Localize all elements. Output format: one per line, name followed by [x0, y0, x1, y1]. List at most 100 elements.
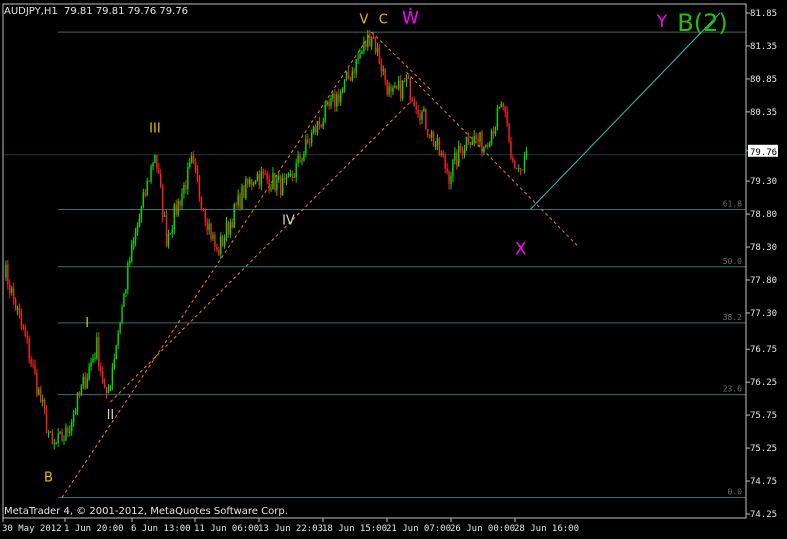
price-chart[interactable]: 61.850.038.223.60.0 BIIIIIIIVV C ẆXY B(2) 8…: [0, 0, 787, 539]
candle-body: [407, 77, 410, 79]
candle-body: [390, 86, 392, 92]
candle-body: [258, 173, 261, 186]
candle-body: [283, 177, 286, 180]
candle-body: [487, 144, 489, 148]
projection-line: [529, 12, 721, 210]
candle-body: [239, 194, 241, 209]
candle-body: [119, 322, 121, 333]
candle-body: [488, 143, 491, 148]
candle-body: [454, 152, 456, 161]
candle-body: [223, 238, 226, 246]
candle-body: [510, 140, 512, 158]
chart-frame: [2, 3, 747, 519]
candle-body: [14, 299, 17, 310]
candle-body: [146, 180, 148, 196]
candle-body: [432, 131, 435, 146]
wave-label: Y: [656, 12, 668, 32]
candle-body: [332, 94, 334, 99]
candle-body: [334, 94, 336, 107]
candle-body: [189, 162, 191, 167]
candle-body: [38, 389, 40, 395]
candle-body: [287, 174, 290, 178]
symbol-timeframe: AUDJPY,H1: [4, 6, 58, 17]
candle-body: [483, 146, 485, 153]
candle-body: [123, 293, 125, 307]
candle-body: [179, 200, 181, 206]
candle-body: [477, 138, 479, 142]
candle-body: [289, 174, 292, 176]
candle-body: [192, 156, 195, 164]
candle-body: [514, 161, 516, 168]
candle-body: [34, 365, 36, 374]
candle-body: [370, 37, 373, 47]
candle-body: [24, 328, 26, 337]
candle-body: [372, 37, 375, 39]
candle-body: [361, 51, 363, 54]
candle-body: [144, 192, 146, 196]
candle-body: [465, 136, 468, 149]
candle-body: [281, 177, 284, 195]
candle-body: [481, 131, 483, 153]
fib-label: 0.0: [728, 488, 743, 497]
candle-body: [18, 307, 21, 315]
candle-body: [214, 234, 216, 247]
candle-body: [235, 203, 237, 206]
candle-body: [204, 211, 206, 222]
candle-body: [241, 185, 243, 209]
candle-body: [218, 249, 220, 255]
candle-body: [380, 63, 383, 72]
candle-body: [450, 176, 452, 184]
candle-body: [148, 180, 150, 182]
candle-body: [51, 431, 54, 445]
candle-body: [502, 103, 504, 107]
candle-body: [196, 169, 199, 180]
candle-body: [452, 160, 454, 177]
candle-body: [411, 99, 413, 102]
candle-body: [415, 106, 417, 110]
candle-body: [392, 87, 394, 92]
candle-body: [303, 153, 305, 162]
candle-body: [198, 179, 201, 197]
candle-body: [233, 203, 235, 228]
candle-body: [136, 226, 139, 233]
wave-label: B(2): [677, 9, 727, 37]
candle-body: [185, 184, 187, 189]
trendline-main: [61, 31, 373, 498]
candle-body: [475, 135, 477, 139]
candle-body: [382, 68, 384, 72]
x-tick-label: 6 Jun 13:00: [131, 524, 191, 534]
candle-body: [206, 221, 208, 230]
candle-body: [413, 101, 415, 107]
wave-label: X: [515, 239, 527, 259]
candle-body: [16, 307, 19, 310]
candle-body: [32, 364, 34, 366]
candle-body: [276, 179, 278, 191]
candle-body: [518, 167, 520, 169]
candle-body: [270, 189, 272, 191]
candle-body: [165, 216, 168, 247]
candle-body: [227, 222, 230, 235]
candle-body: [171, 229, 174, 234]
candle-body: [347, 71, 350, 78]
candle-body: [438, 138, 441, 155]
candle-body: [231, 221, 234, 228]
candle-body: [345, 71, 348, 80]
candle-body: [11, 288, 13, 293]
candle-body: [20, 314, 23, 326]
candle-body: [274, 173, 276, 191]
candle-body: [446, 168, 448, 172]
candle-body: [376, 47, 379, 53]
candle-body: [519, 167, 522, 170]
candle-body: [42, 399, 44, 402]
y-tick-label: 74.75: [750, 477, 777, 487]
candle-body: [349, 77, 352, 81]
candle-body: [388, 86, 390, 95]
candle-body: [175, 204, 177, 216]
candle-body: [516, 167, 518, 169]
candle-body: [490, 130, 493, 144]
fib-label: 50.0: [723, 257, 742, 266]
candle-body: [183, 184, 185, 194]
candle-body: [111, 368, 114, 386]
candle-body: [425, 108, 427, 130]
candle-body: [338, 94, 340, 103]
